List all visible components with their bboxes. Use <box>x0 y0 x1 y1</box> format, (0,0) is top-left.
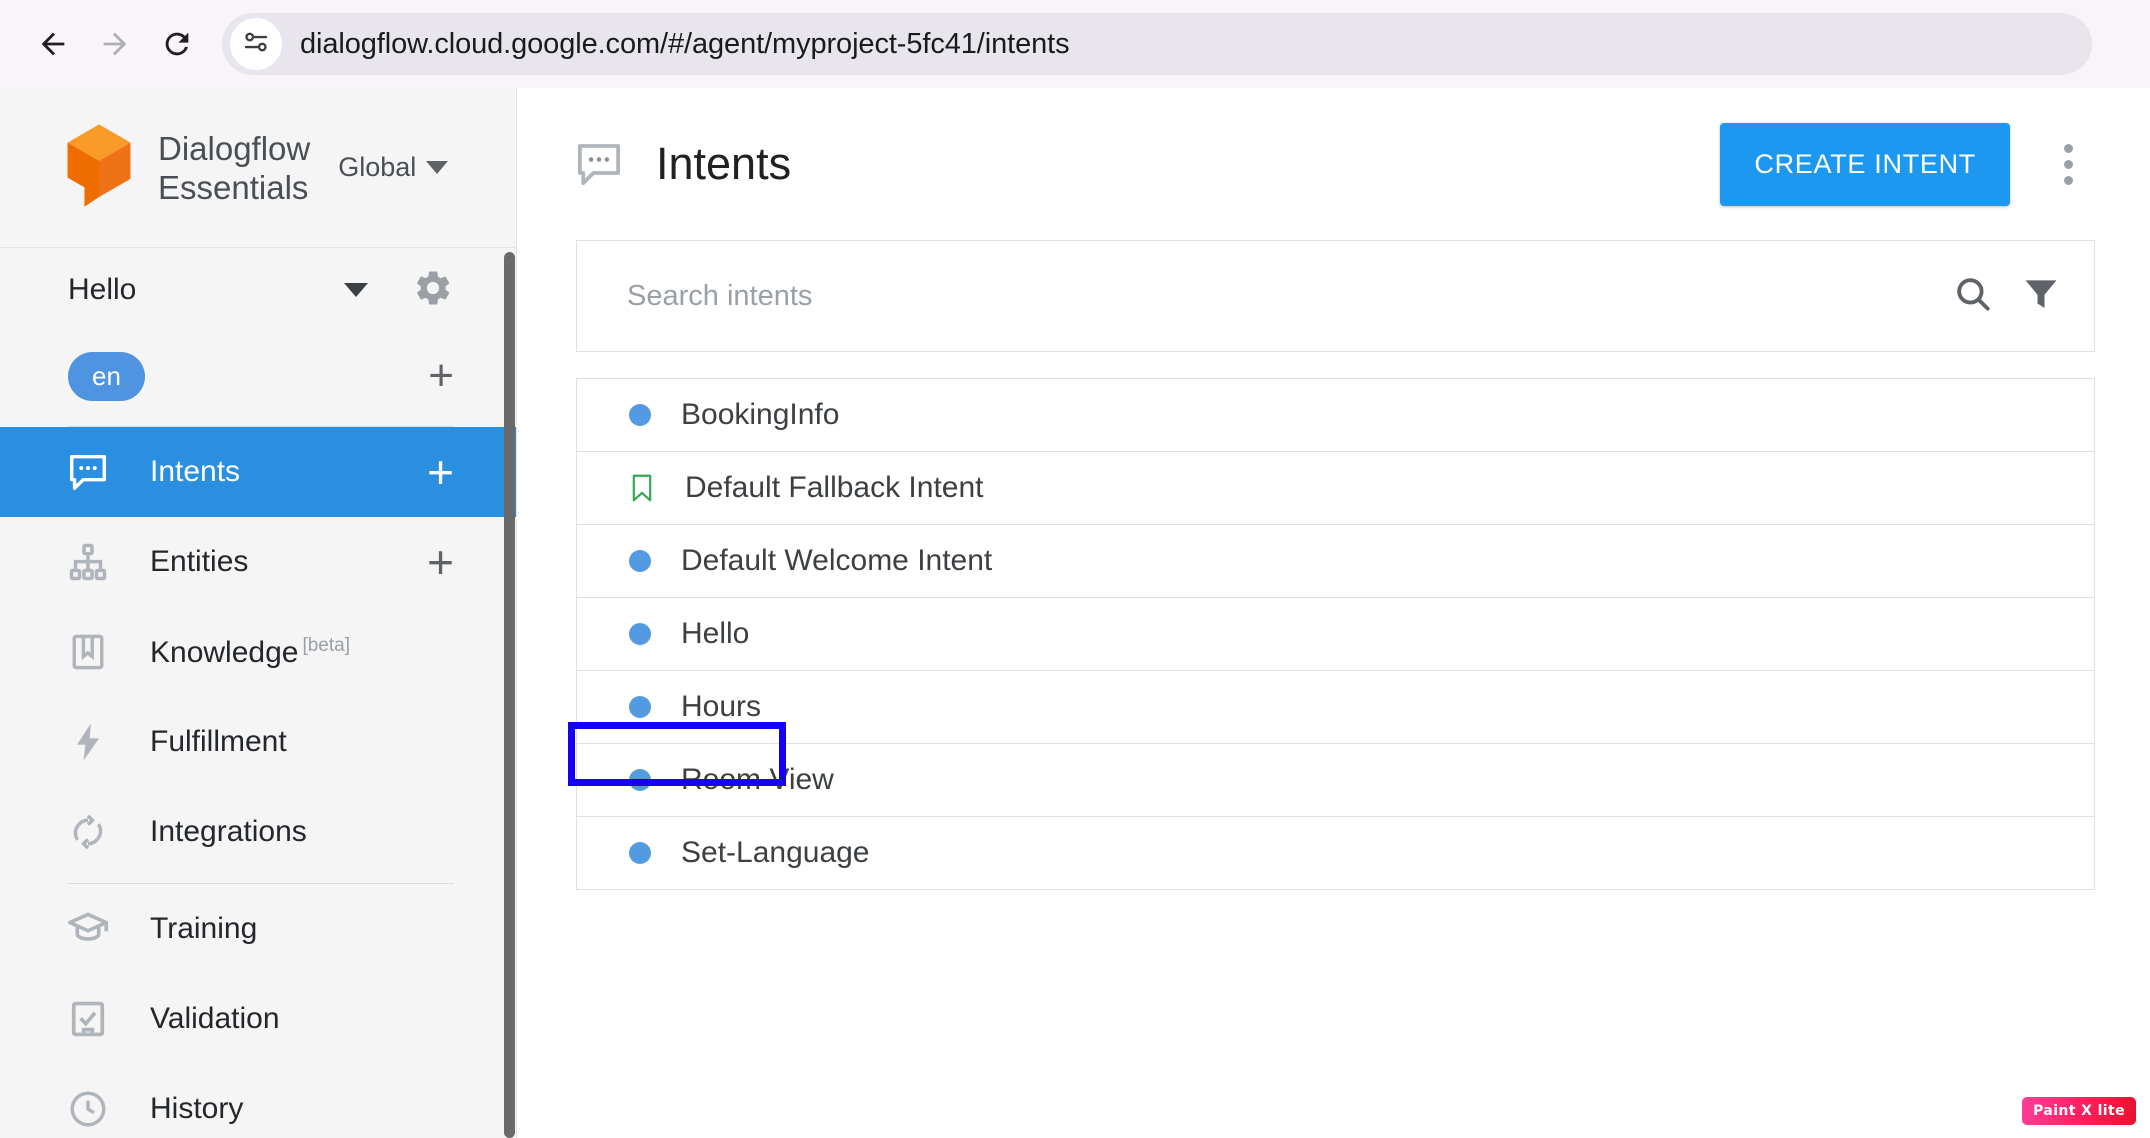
intent-name: Hello <box>681 617 749 651</box>
address-bar[interactable]: dialogflow.cloud.google.com/#/agent/mypr… <box>222 13 2092 75</box>
beta-badge: [beta] <box>302 635 350 656</box>
intent-name: Room View <box>681 763 834 797</box>
clock-icon <box>62 1083 114 1135</box>
gear-icon[interactable] <box>412 267 454 314</box>
add-intent-button[interactable]: + <box>427 449 454 495</box>
filter-icon[interactable] <box>2020 273 2062 320</box>
url-text: dialogflow.cloud.google.com/#/agent/mypr… <box>300 28 1070 61</box>
intent-row[interactable]: Hours <box>577 671 2094 744</box>
bolt-icon <box>62 716 114 768</box>
sidebar-item-label: History <box>150 1092 454 1126</box>
intent-dot-icon <box>629 404 651 426</box>
page-header: Intents CREATE INTENT <box>518 88 2150 240</box>
brand-title: Dialogflow Essentials <box>158 129 310 207</box>
sidebar-item-knowledge[interactable]: Knowledge[beta] <box>0 607 516 697</box>
arrow-left-icon <box>36 27 70 61</box>
graduation-cap-icon <box>62 903 114 955</box>
sidebar-item-history[interactable]: History <box>0 1064 516 1138</box>
search-icon[interactable] <box>1952 273 1994 320</box>
sidebar-item-label: Integrations <box>150 815 454 849</box>
intent-name: Hours <box>681 690 761 724</box>
intent-row-hello[interactable]: Hello <box>577 598 2094 671</box>
intent-row[interactable]: Default Fallback Intent <box>577 452 2094 525</box>
agent-name: Hello <box>68 273 344 307</box>
intent-row[interactable]: Set-Language <box>577 817 2094 890</box>
intent-dot-icon <box>629 769 651 791</box>
agent-selector[interactable]: Hello <box>0 248 516 332</box>
browser-toolbar: dialogflow.cloud.google.com/#/agent/mypr… <box>0 0 2150 88</box>
sidebar-item-label: Fulfillment <box>150 725 454 759</box>
search-input[interactable] <box>627 280 1952 313</box>
sidebar-item-entities[interactable]: Entities + <box>0 517 516 607</box>
brand-header: Dialogflow Essentials Global <box>0 88 516 248</box>
more-vert-icon[interactable] <box>2038 134 2098 194</box>
bookmark-flag-icon <box>629 473 655 503</box>
page-title: Intents <box>656 138 791 190</box>
language-chip-en[interactable]: en <box>68 352 145 401</box>
intent-dot-icon <box>629 550 651 572</box>
intent-dot-icon <box>629 842 651 864</box>
sidebar: Dialogflow Essentials Global Hello en + <box>0 88 517 1138</box>
reload-button[interactable] <box>146 13 208 75</box>
sidebar-scrollbar[interactable] <box>504 252 515 1138</box>
tune-sliders-icon <box>241 27 271 62</box>
intent-dot-icon <box>629 623 651 645</box>
dialogflow-cube-logo <box>62 122 136 214</box>
intent-name: Set-Language <box>681 836 870 870</box>
intent-name: BookingInfo <box>681 398 839 432</box>
region-label: Global <box>338 152 416 183</box>
chevron-down-icon[interactable] <box>344 283 368 297</box>
intent-row[interactable]: BookingInfo <box>577 379 2094 452</box>
add-language-button[interactable]: + <box>428 354 454 398</box>
forward-button[interactable] <box>84 13 146 75</box>
sidebar-item-knowledge-text: Knowledge <box>150 636 298 669</box>
kebab-dot <box>2064 176 2073 185</box>
intent-row[interactable]: Room View <box>577 744 2094 817</box>
kebab-dot <box>2064 144 2073 153</box>
arrow-right-icon <box>98 27 132 61</box>
sidebar-item-label: Entities <box>150 545 427 579</box>
region-selector[interactable]: Global <box>338 152 448 183</box>
chat-bubble-icon <box>62 446 114 498</box>
add-entity-button[interactable]: + <box>427 539 454 585</box>
sidebar-item-fulfillment[interactable]: Fulfillment <box>0 697 516 787</box>
intent-list: BookingInfo Default Fallback Intent Defa… <box>576 378 2095 890</box>
sidebar-item-training[interactable]: Training <box>0 884 516 974</box>
brand-title-line2: Essentials <box>158 168 310 207</box>
content-area: BookingInfo Default Fallback Intent Defa… <box>518 240 2150 890</box>
chevron-down-icon <box>426 161 448 174</box>
sync-arrows-icon <box>62 806 114 858</box>
intent-name: Default Welcome Intent <box>681 544 992 578</box>
chat-bubble-icon <box>572 137 626 191</box>
search-bar[interactable] <box>576 240 2095 352</box>
kebab-dot <box>2064 160 2073 169</box>
checkbox-icon <box>62 993 114 1045</box>
create-intent-button[interactable]: CREATE INTENT <box>1720 123 2010 206</box>
sidebar-item-intents[interactable]: Intents + <box>0 427 516 517</box>
reload-icon <box>160 27 194 61</box>
sidebar-item-label: Knowledge[beta] <box>150 635 454 670</box>
back-button[interactable] <box>22 13 84 75</box>
intent-row[interactable]: Default Welcome Intent <box>577 525 2094 598</box>
language-row: en + <box>0 332 516 420</box>
app-container: Dialogflow Essentials Global Hello en + <box>0 88 2150 1138</box>
search-actions <box>1952 273 2062 320</box>
watermark: Paint X lite <box>2022 1097 2136 1125</box>
sidebar-item-validation[interactable]: Validation <box>0 974 516 1064</box>
sidebar-item-integrations[interactable]: Integrations <box>0 787 516 877</box>
sidebar-item-label: Intents <box>150 455 427 489</box>
sidebar-item-label: Training <box>150 912 454 946</box>
intent-dot-icon <box>629 696 651 718</box>
intent-name: Default Fallback Intent <box>685 471 984 505</box>
book-icon <box>62 626 114 678</box>
sitemap-icon <box>62 536 114 588</box>
main-content: Intents CREATE INTENT <box>518 88 2150 1138</box>
site-settings-button[interactable] <box>230 18 282 70</box>
sidebar-item-label: Validation <box>150 1002 454 1036</box>
brand-title-line1: Dialogflow <box>158 129 310 168</box>
